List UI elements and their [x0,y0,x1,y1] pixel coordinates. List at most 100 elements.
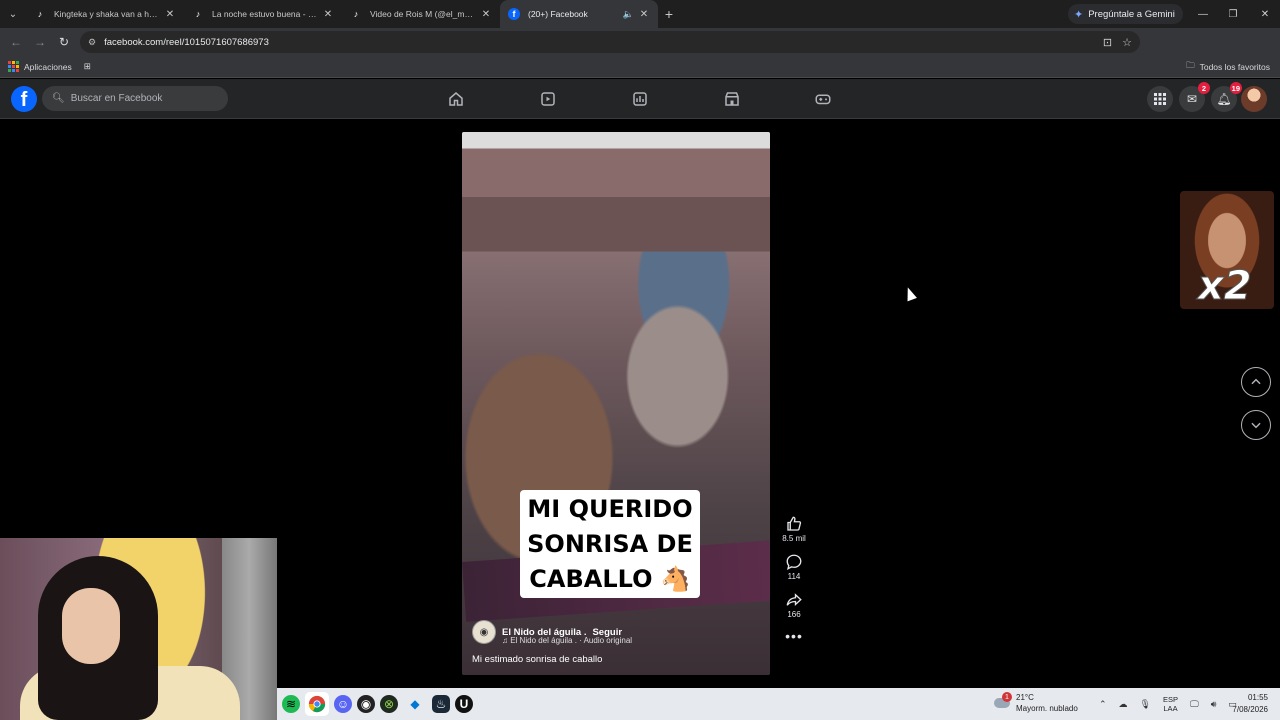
search-input[interactable] [70,93,221,104]
steam-icon[interactable]: ♨ [432,695,450,713]
xbox-icon[interactable]: ⊗ [380,695,398,713]
tab-1[interactable]: ♪ Kingteka y shaka van a hospital ✕ [26,0,184,28]
facebook-header: f 🔍︎ ✉ 2 🔔︎ 19 [0,79,1280,119]
tab-4-facebook[interactable]: f (20+) Facebook 🔈 ✕ [500,0,658,28]
chrome-taskbar-icon[interactable] [305,692,329,716]
new-tab-button[interactable]: + [658,0,680,28]
messenger-icon: ✉ [1186,92,1198,106]
minimize-button[interactable]: — [1188,0,1218,28]
tab-search-button[interactable]: ⌄ [0,0,26,28]
tab-close-icon[interactable]: ✕ [164,9,176,20]
tiktok-icon: ♪ [195,9,201,19]
reels-nav-icon[interactable] [536,87,560,111]
apps-grid-icon [8,61,19,72]
speaker-icon[interactable]: 🔈 [623,9,634,20]
tab-title: Video de Rois M (@el_masqsue [370,9,476,19]
window-close-button[interactable]: ✕ [1250,0,1280,28]
language-indicator[interactable]: ESP LAA [1163,695,1178,713]
url-text: facebook.com/reel/1015071607686973 [104,36,269,48]
messenger-badge: 2 [1198,82,1210,94]
restore-button[interactable]: ❐ [1218,0,1248,28]
author-avatar[interactable]: ◉ [472,620,496,644]
browser-tab-strip: ⌄ ♪ Kingteka y shaka van a hospital ✕ ♪ … [0,0,1280,28]
microphone-icon[interactable]: 🎙︎ [1140,699,1151,710]
marketplace-dashboard-nav-icon[interactable] [628,87,652,111]
tab-title: La noche estuvo buena - sketch [212,9,318,19]
clock[interactable]: 01:55 7/08/2026 [1232,692,1268,716]
reel-audio-label[interactable]: ♫ El Nido del águila . · Audio original [502,636,632,645]
profile-avatar[interactable] [1241,86,1267,112]
address-bar[interactable]: ⚙ facebook.com/reel/1015071607686973 ⊡ ☆ [80,31,1140,53]
tab-close-icon[interactable]: ✕ [322,9,334,20]
more-options-button[interactable]: ••• [785,629,803,643]
forward-button[interactable]: → [28,28,52,56]
reload-button[interactable]: ↻ [52,28,76,56]
facebook-logo-icon[interactable]: f [11,86,37,112]
apps-bookmark[interactable]: Aplicaciones [8,61,72,72]
tab-2[interactable]: ♪ La noche estuvo buena - sketch ✕ [184,0,342,28]
previous-reel-button[interactable] [1241,367,1271,397]
display-icon[interactable]: 🖵 [1190,699,1199,710]
all-favorites-folder[interactable]: 🗀 Todos los favoritos [1186,56,1270,78]
reel-description: Mi estimado sonrisa de caballo [472,654,603,665]
grid-icon [1154,93,1166,105]
tab-title: Kingteka y shaka van a hospital [54,9,160,19]
overlay-line-1: MI QUERIDO [527,495,693,523]
volume-icon[interactable]: 🔊︎ [1211,699,1217,710]
gaming-nav-icon[interactable] [811,87,835,111]
diamond-app-icon[interactable]: ◆ [403,692,427,716]
site-info-icon[interactable]: ⚙ [88,37,96,48]
cloud-icon: 1 [994,692,1012,708]
weather-widget[interactable]: 1 21°C Mayorm. nublado [994,692,1078,714]
like-button[interactable]: 8.5 mil [782,515,806,543]
home-nav-icon[interactable] [444,87,468,111]
bell-icon: 🔔︎ [1216,92,1232,106]
gemini-button[interactable]: ✦ Pregúntale a Gemini [1068,4,1183,24]
install-app-icon[interactable]: ⊡ [1103,36,1112,49]
onedrive-icon[interactable]: ☁ [1119,699,1128,710]
obs-icon[interactable]: ◉ [357,695,375,713]
comment-button[interactable]: 114 [785,553,803,581]
reel-actions: 8.5 mil 114 166 ••• [778,515,810,653]
share-icon [786,593,802,607]
tray-chevron-up-icon[interactable]: ⌃ [1099,699,1107,710]
tab-close-icon[interactable]: ✕ [638,9,650,20]
next-reel-button[interactable] [1241,410,1271,440]
tab-3[interactable]: ♪ Video de Rois M (@el_masqsue ✕ [342,0,500,28]
notifications-badge: 19 [1229,82,1242,94]
notifications-button[interactable]: 🔔︎ 19 [1211,82,1242,112]
webcam-overlay [0,538,277,720]
bookmark-star-icon[interactable]: ☆ [1122,36,1132,49]
overlay-line-3: CABALLO 🐴 [529,565,691,593]
sticker-text: x2 [1198,263,1253,310]
lang-line-2: LAA [1163,704,1178,713]
comment-count: 114 [787,572,801,581]
unreal-icon[interactable]: U [455,695,473,713]
comment-icon [786,554,802,571]
messenger-button[interactable]: ✉ 2 [1179,82,1210,112]
webcam-face [62,588,120,664]
like-count: 8.5 mil [782,534,806,543]
tab-close-icon[interactable]: ✕ [480,9,492,20]
facebook-search[interactable]: 🔍︎ [42,86,228,111]
windows-taskbar: ≋ ☺ ◉ ⊗ ◆ ♨ U 1 21°C Mayorm. nublado ⌃ ☁… [277,688,1280,720]
reel-overlay-text: MI QUERIDO SONRISA DE CABALLO 🐴 [520,490,700,598]
time: 01:55 [1247,693,1268,702]
discord-icon[interactable]: ☺ [334,695,352,713]
tab-groups-icon[interactable]: ⊞ [84,61,91,72]
facebook-icon: f [508,8,520,20]
weather-alert-badge: 1 [1002,692,1012,702]
overlay-line-2: SONRISA DE [527,530,693,558]
reel-video[interactable]: MI QUERIDO SONRISA DE CABALLO 🐴 ◉ El Nid… [462,132,770,675]
weather-text: Mayorm. nublado [1016,704,1078,713]
share-button[interactable]: 166 [785,591,803,619]
chevron-down-icon [1251,422,1261,429]
tiktok-icon: ♪ [37,9,43,19]
gemini-icon: ✦ [1074,8,1084,21]
spotify-icon[interactable]: ≋ [282,695,300,713]
chevron-up-icon [1251,378,1261,385]
back-button[interactable]: ← [4,28,28,56]
all-favorites-label: Todos los favoritos [1199,62,1270,72]
menu-grid-button[interactable] [1147,86,1173,112]
store-nav-icon[interactable] [720,87,744,111]
